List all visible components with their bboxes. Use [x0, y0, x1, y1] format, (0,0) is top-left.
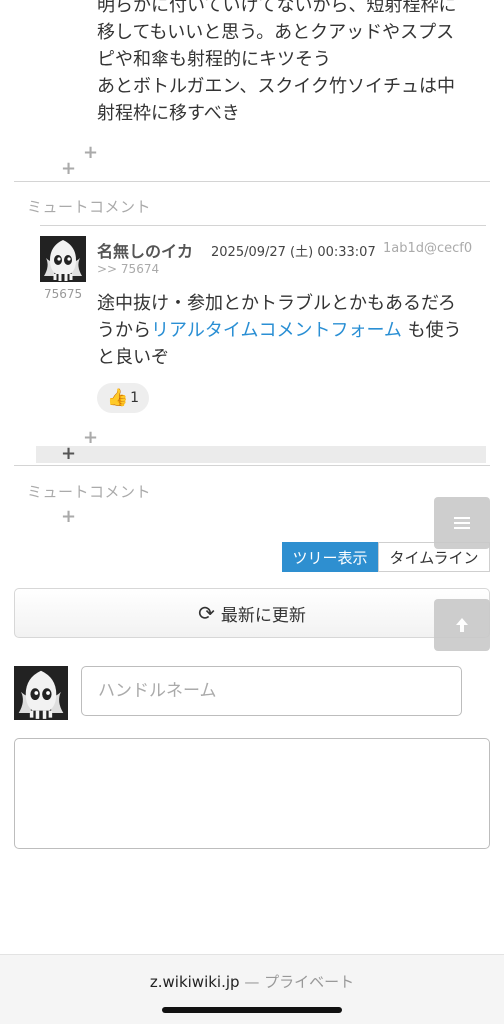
like-button[interactable]: 👍 1 — [97, 383, 149, 413]
scroll-top-button[interactable] — [434, 599, 490, 651]
home-indicator[interactable] — [162, 1007, 342, 1013]
url-separator: — — [239, 973, 265, 991]
expand-plus-icon[interactable]: + — [83, 429, 98, 447]
comment-author: 名無しのイカ — [97, 242, 194, 261]
url-display[interactable]: z.wikiwiki.jp — プライベート — [0, 971, 504, 992]
floating-menu-button[interactable] — [434, 497, 490, 549]
comment-user-id: 1ab1d@cecf0 — [383, 241, 473, 256]
reply-bar[interactable] — [36, 446, 486, 463]
comment-textarea[interactable] — [14, 738, 490, 849]
realtime-comment-form-link[interactable]: リアルタイムコメントフォーム — [151, 320, 402, 341]
comment-text-line: 途中抜け・参加とかトラブルとかもあるだろ — [97, 293, 456, 314]
handle-name-input[interactable] — [81, 666, 462, 716]
reply-to-link[interactable]: >> 75674 — [97, 262, 159, 276]
comment-text-line: 移してもいいと思う。あとクアッドやスプス — [97, 22, 455, 43]
comment-number[interactable]: 75675 — [44, 287, 82, 301]
divider — [40, 225, 486, 226]
divider — [14, 465, 490, 466]
comment-text-line: あとボトルガエン、スクイク竹ソイチュは中 — [97, 76, 456, 97]
menu-icon — [454, 514, 470, 532]
refresh-button[interactable]: ⟳ 最新に更新 — [14, 588, 490, 638]
divider — [14, 181, 490, 182]
squid-avatar — [14, 666, 68, 720]
expand-plus-icon[interactable]: + — [83, 144, 98, 162]
comment-text-line: と良いぞ — [97, 347, 169, 368]
expand-plus-icon[interactable]: + — [61, 445, 76, 463]
comment-body: 途中抜け・参加とかトラブルとかもあるだろ うからリアルタイムコメントフォーム も… — [97, 290, 477, 371]
comment-text-line: 明らかに付いていけてないから、短射程枠に — [97, 0, 457, 16]
thumbs-up-icon: 👍 — [106, 388, 129, 408]
comment-text-fragment: うから — [97, 320, 151, 341]
comment-text-line: ピや和傘も射程的にキツそう — [97, 49, 331, 70]
url-domain: z.wikiwiki.jp — [149, 973, 240, 991]
comment-text-fragment: も使う — [401, 320, 462, 341]
squid-avatar — [40, 236, 86, 282]
refresh-icon: ⟳ — [198, 601, 215, 625]
comment-date: 2025/09/27 (土) 00:33:07 — [211, 245, 376, 260]
previous-comment-body: 明らかに付いていけてないから、短射程枠に 移してもいいと思う。あとクアッドやスプ… — [97, 0, 487, 127]
browser-address-bar[interactable]: z.wikiwiki.jp — プライベート — [0, 954, 504, 1024]
mute-comment-label[interactable]: ミュートコメント — [27, 196, 151, 217]
mute-comment-label[interactable]: ミュートコメント — [27, 481, 151, 502]
expand-plus-icon[interactable]: + — [61, 160, 76, 178]
private-mode-label: プライベート — [264, 973, 355, 991]
refresh-label: 最新に更新 — [220, 605, 306, 626]
comment-text-line: 射程枠に移すべき — [97, 103, 240, 124]
like-count: 1 — [130, 390, 140, 406]
tab-tree-view[interactable]: ツリー表示 — [282, 542, 378, 572]
comment-text-line: うからリアルタイムコメントフォーム も使う — [97, 317, 477, 344]
expand-plus-icon[interactable]: + — [61, 508, 76, 526]
arrow-up-icon — [456, 618, 468, 632]
